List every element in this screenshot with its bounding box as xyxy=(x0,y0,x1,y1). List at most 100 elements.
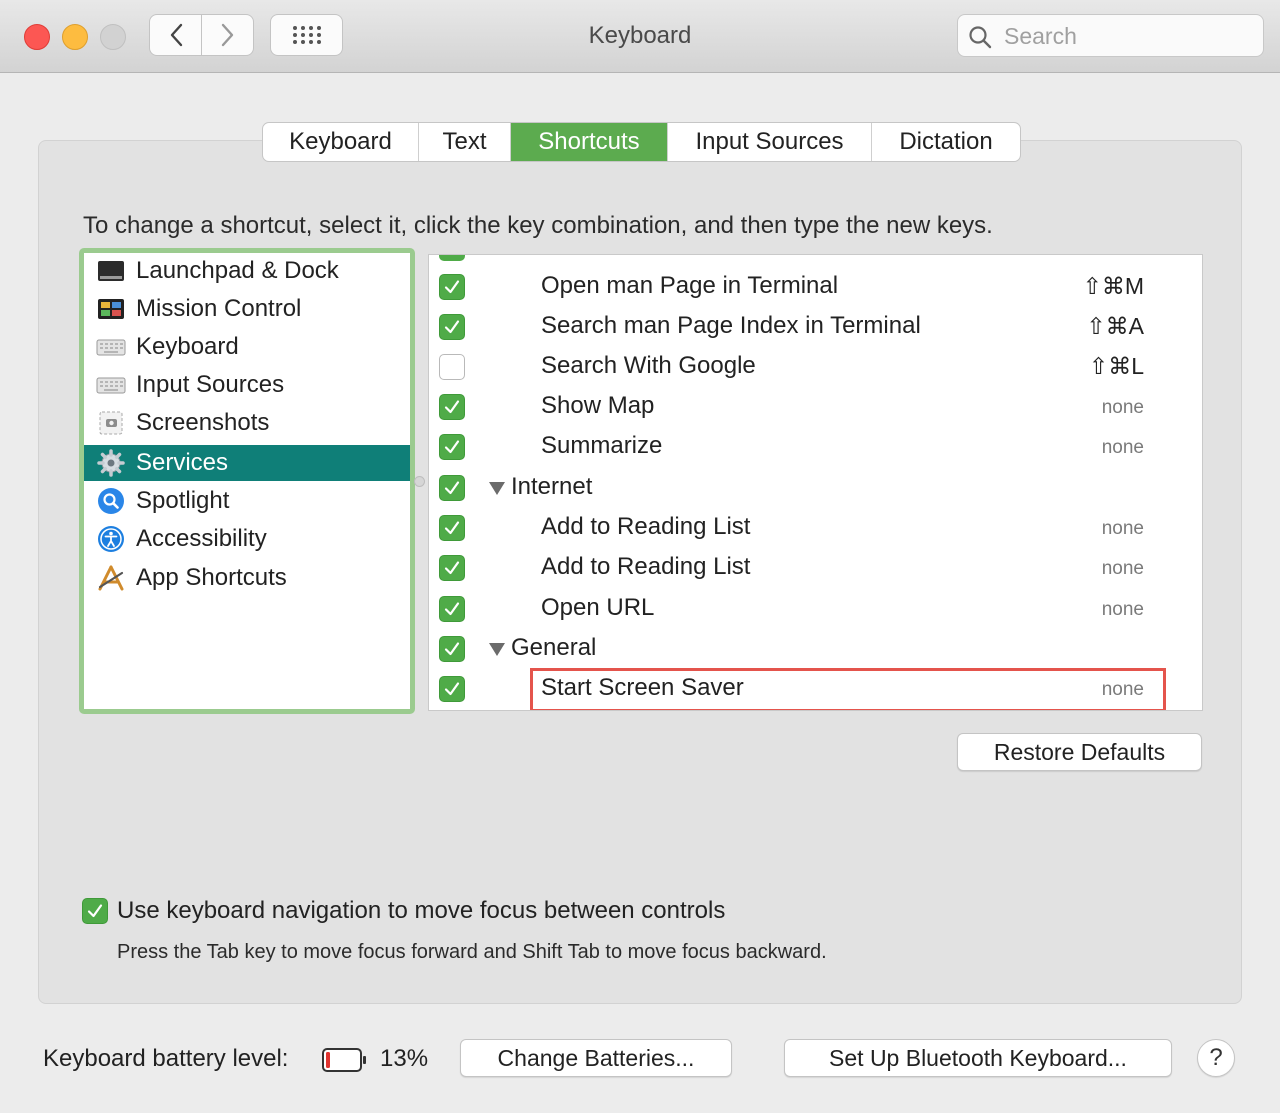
shortcut-key[interactable]: ⇧⌘L xyxy=(1089,353,1144,380)
shortcut-key[interactable]: none xyxy=(1102,599,1144,621)
category-item-screenshots[interactable]: Screenshots xyxy=(84,405,410,441)
category-label: Mission Control xyxy=(136,295,302,322)
keyboard-icon xyxy=(96,332,126,362)
shortcut-list[interactable]: Open man Page in Terminal ⇧⌘M Search man… xyxy=(428,254,1203,711)
category-label: Input Sources xyxy=(136,371,285,398)
tab-input-sources[interactable]: Input Sources xyxy=(668,123,872,161)
shortcut-label: Open URL xyxy=(541,594,655,621)
checkmark-icon xyxy=(444,280,460,294)
disclosure-triangle-icon[interactable] xyxy=(489,482,505,495)
tab-text[interactable]: Text xyxy=(419,123,511,161)
shortcut-label: Search With Google xyxy=(541,352,756,379)
shortcut-row[interactable]: Add to Reading List none xyxy=(429,508,1202,548)
input-sources-icon xyxy=(96,370,126,400)
setup-bluetooth-keyboard-button[interactable]: Set Up Bluetooth Keyboard... xyxy=(784,1039,1172,1077)
help-button[interactable]: ? xyxy=(1197,1039,1235,1077)
checkbox[interactable] xyxy=(439,555,465,581)
category-item-input-sources[interactable]: Input Sources xyxy=(84,367,410,403)
shortcut-group-general[interactable]: General xyxy=(429,629,1202,669)
keyboard-navigation-label[interactable]: Use keyboard navigation to move focus be… xyxy=(117,897,725,925)
checkmark-icon xyxy=(444,642,460,656)
shortcut-row[interactable]: Show Map none xyxy=(429,387,1202,427)
checkbox[interactable] xyxy=(439,434,465,460)
launchpad-dock-icon xyxy=(96,256,126,286)
category-item-accessibility[interactable]: Accessibility xyxy=(84,521,410,557)
checkmark-icon xyxy=(444,400,460,414)
category-label: App Shortcuts xyxy=(136,564,287,591)
disclosure-triangle-icon[interactable] xyxy=(489,643,505,656)
checkmark-icon xyxy=(444,440,460,454)
shortcut-key[interactable]: none xyxy=(1102,558,1144,580)
shortcut-label: Add to Reading List xyxy=(541,553,751,580)
category-item-services[interactable]: Services xyxy=(84,445,410,481)
shortcut-row[interactable]: Summarize none xyxy=(429,427,1202,467)
mission-control-icon xyxy=(96,294,126,324)
checkbox[interactable] xyxy=(439,354,465,380)
category-item-spotlight[interactable]: Spotlight xyxy=(84,483,410,519)
checkbox[interactable] xyxy=(439,274,465,300)
shortcut-key[interactable]: none xyxy=(1102,518,1144,540)
shortcut-key[interactable]: none xyxy=(1102,437,1144,459)
app-shortcuts-icon xyxy=(96,563,126,593)
split-view-handle[interactable] xyxy=(414,476,425,487)
checkbox[interactable] xyxy=(439,394,465,420)
title-bar: Keyboard xyxy=(0,0,1280,73)
highlight-box xyxy=(530,668,1166,710)
tab-bar: Keyboard Text Shortcuts Input Sources Di… xyxy=(262,122,1021,162)
category-item-launchpad-dock[interactable]: Launchpad & Dock xyxy=(84,253,410,289)
category-item-mission-control[interactable]: Mission Control xyxy=(84,291,410,327)
shortcut-row[interactable]: Search With Google ⇧⌘L xyxy=(429,347,1202,387)
battery-level-label: Keyboard battery level: xyxy=(43,1045,289,1072)
checkbox[interactable] xyxy=(439,596,465,622)
category-label: Services xyxy=(136,449,229,476)
category-label: Accessibility xyxy=(136,525,267,552)
category-label: Spotlight xyxy=(136,487,230,514)
accessibility-icon xyxy=(96,524,126,554)
checkmark-icon xyxy=(444,682,460,696)
checkmark-icon xyxy=(444,481,460,495)
shortcut-row[interactable]: Search man Page Index in Terminal ⇧⌘A xyxy=(429,307,1202,347)
shortcut-group-internet[interactable]: Internet xyxy=(429,468,1202,508)
spotlight-icon xyxy=(96,486,126,516)
battery-fill xyxy=(326,1052,330,1068)
search-field[interactable] xyxy=(957,14,1264,57)
shortcut-key[interactable]: none xyxy=(1102,397,1144,419)
tab-dictation[interactable]: Dictation xyxy=(872,123,1020,161)
gear-icon xyxy=(96,448,126,478)
restore-defaults-button[interactable]: Restore Defaults xyxy=(957,733,1202,771)
keyboard-navigation-hint: Press the Tab key to move focus forward … xyxy=(117,941,827,963)
checkbox[interactable] xyxy=(439,314,465,340)
checkbox[interactable] xyxy=(439,255,465,261)
checkbox[interactable] xyxy=(439,676,465,702)
shortcut-key[interactable]: ⇧⌘A xyxy=(1086,313,1144,340)
shortcut-row[interactable]: Open URL none xyxy=(429,589,1202,629)
shortcut-group-label: General xyxy=(511,634,597,661)
shortcut-label: Show Map xyxy=(541,392,655,419)
keyboard-navigation-checkbox[interactable] xyxy=(82,898,108,924)
checkmark-icon xyxy=(444,521,460,535)
shortcut-label: Add to Reading List xyxy=(541,513,751,540)
change-batteries-button[interactable]: Change Batteries... xyxy=(460,1039,732,1077)
category-list[interactable]: Launchpad & Dock Mission Control Keyboar… xyxy=(79,248,415,714)
shortcut-key[interactable]: ⇧⌘M xyxy=(1083,273,1144,300)
category-label: Keyboard xyxy=(136,333,239,360)
category-label: Launchpad & Dock xyxy=(136,257,339,284)
shortcut-label: Open man Page in Terminal xyxy=(541,272,839,299)
checkmark-icon xyxy=(87,904,103,918)
shortcut-label: Search man Page Index in Terminal xyxy=(541,312,921,339)
category-label: Screenshots xyxy=(136,409,270,436)
shortcut-label: Summarize xyxy=(541,432,663,459)
shortcut-row[interactable]: Open man Page in Terminal ⇧⌘M xyxy=(429,267,1202,307)
checkbox[interactable] xyxy=(439,515,465,541)
category-item-app-shortcuts[interactable]: App Shortcuts xyxy=(84,560,410,596)
search-input[interactable] xyxy=(1002,21,1256,51)
checkmark-icon xyxy=(444,602,460,616)
screenshots-icon xyxy=(96,408,126,438)
battery-percentage: 13% xyxy=(380,1045,429,1072)
checkbox[interactable] xyxy=(439,636,465,662)
shortcut-row[interactable]: Add to Reading List none xyxy=(429,548,1202,588)
category-item-keyboard[interactable]: Keyboard xyxy=(84,329,410,365)
checkbox[interactable] xyxy=(439,475,465,501)
tab-keyboard[interactable]: Keyboard xyxy=(263,123,419,161)
tab-shortcuts[interactable]: Shortcuts xyxy=(511,123,668,161)
